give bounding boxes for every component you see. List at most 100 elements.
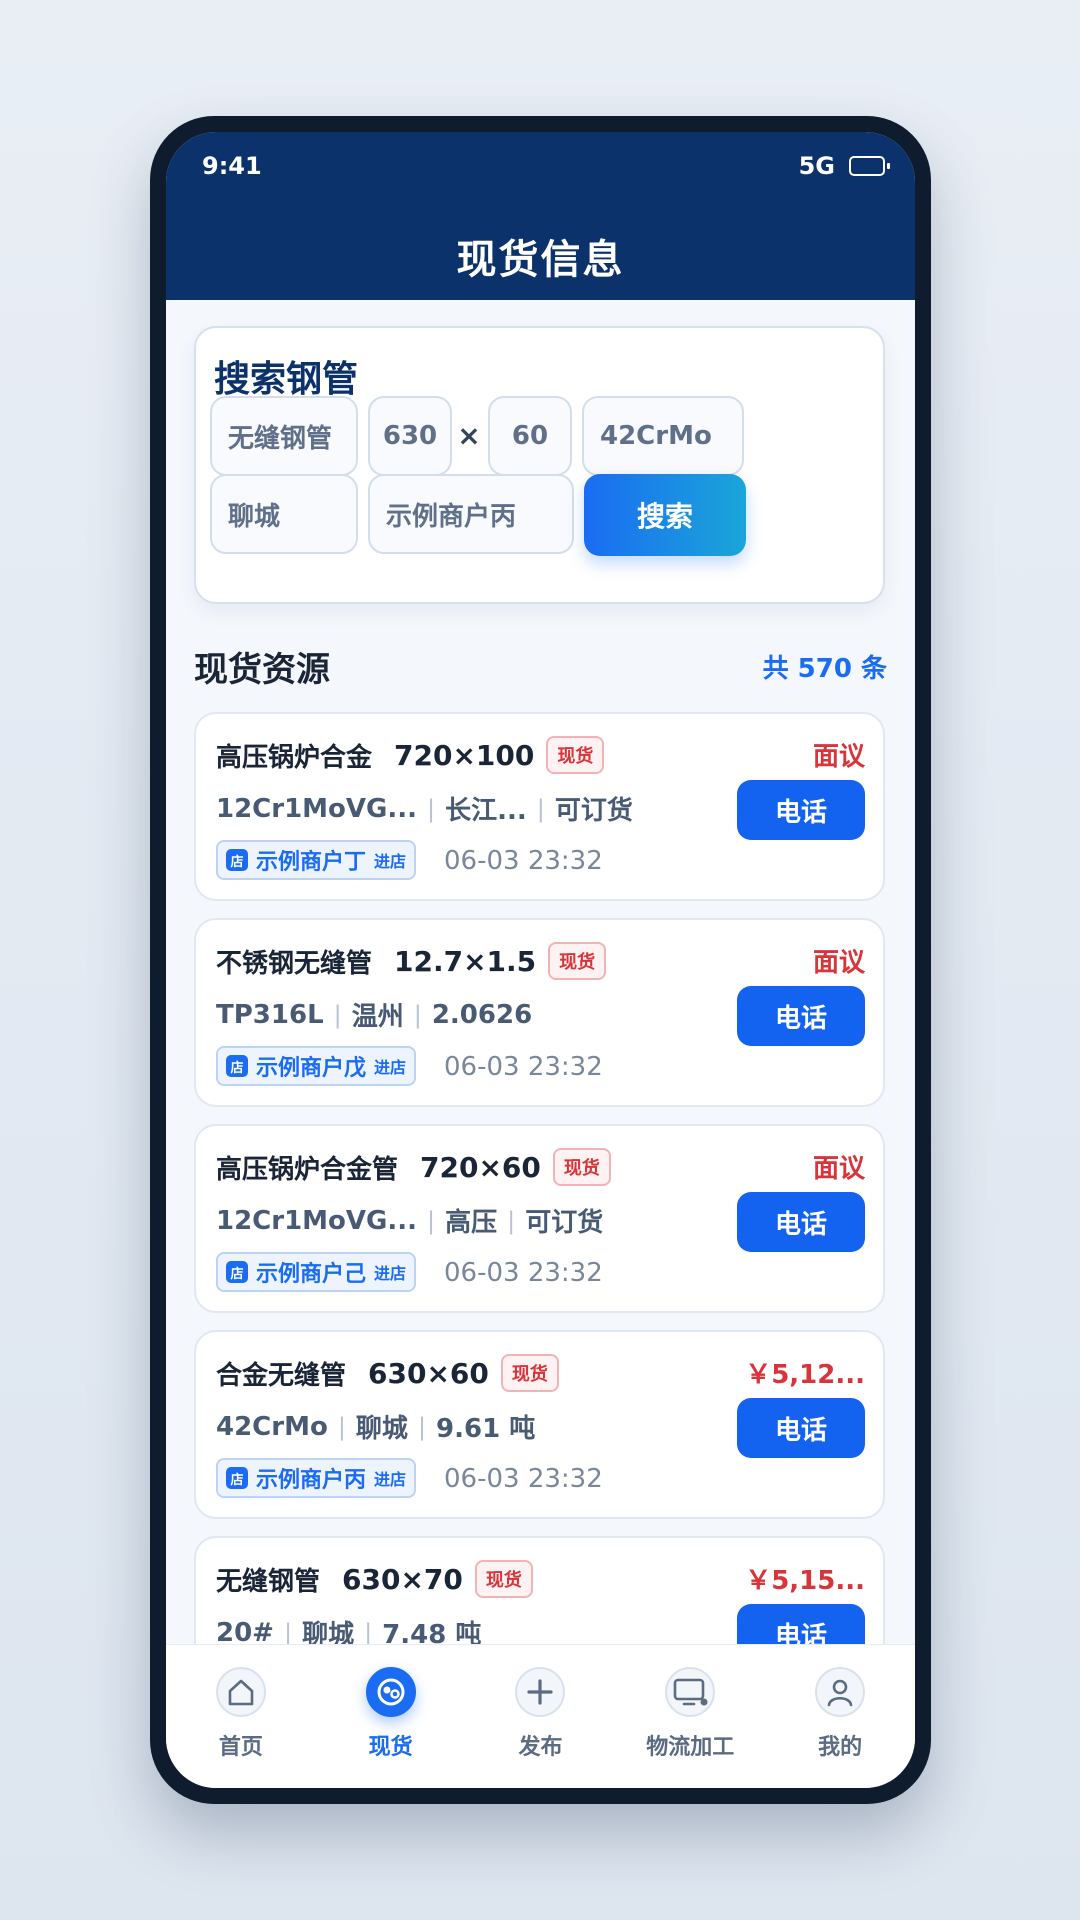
tab-label: 现货 [368, 1735, 413, 1760]
item-origin: 高压 [445, 1208, 498, 1238]
result-count: 共 570 条 [762, 654, 887, 684]
item-spec: 630×60 [368, 1356, 489, 1390]
monitor-icon [665, 1667, 716, 1717]
item-origin: 温州 [351, 1002, 404, 1032]
item-origin: 聊城 [355, 1414, 408, 1444]
item-time: 06-03 23:32 [444, 846, 603, 876]
item-origin: 聊城 [302, 1620, 355, 1644]
shop-badge[interactable]: 店 示例商户丙 进店 [216, 1458, 417, 1498]
item-time: 06-03 23:32 [444, 1052, 603, 1082]
call-button[interactable]: 电话 [737, 986, 865, 1046]
status-indicators: 5G [798, 152, 890, 180]
tab-home[interactable]: 首页 [171, 1667, 311, 1761]
item-stock: 2.0626 [431, 999, 533, 1030]
shop-name: 示例商户丁 [256, 850, 367, 875]
tab-profile[interactable]: 我的 [770, 1667, 910, 1761]
tab-label: 物流加工 [646, 1735, 735, 1760]
call-button[interactable]: 电话 [737, 1398, 865, 1458]
divider: | [507, 1206, 516, 1235]
material-field[interactable]: 42CrMo [582, 396, 744, 476]
divider: | [536, 794, 545, 823]
home-icon [215, 1667, 266, 1717]
item-material: TP316L [216, 999, 324, 1030]
tab-spot[interactable]: 现货 [321, 1667, 461, 1761]
merchant-field[interactable]: 示例商户丙 [368, 474, 574, 554]
item-props: 20# | 聊城 | 7.48 吨 [216, 1614, 482, 1645]
call-button[interactable]: 电话 [737, 1192, 865, 1252]
app-header: 9:41 5G 现货信息 [166, 132, 915, 300]
item-spec: 630×70 [342, 1562, 463, 1596]
search-card: 搜索钢管 无缝钢管 630 × 60 42CrMo 聊城 示例商户丙 搜索 [194, 326, 885, 604]
divider: | [417, 1412, 427, 1441]
divider: | [427, 794, 436, 823]
product-field[interactable]: 无缝钢管 [210, 396, 358, 476]
shop-badge[interactable]: 店 示例商户戊 进店 [216, 1046, 417, 1086]
tab-label: 我的 [818, 1735, 863, 1760]
search-button[interactable]: 搜索 [584, 474, 746, 556]
tab-publish[interactable]: 发布 [470, 1667, 610, 1761]
stock-tag: 现货 [500, 1354, 559, 1392]
list-item[interactable]: 不锈钢无缝管 12.7×1.5 现货 面议 TP316L | 温州 | 2.0626… [194, 918, 885, 1107]
shop-badge[interactable]: 店 示例商户己 进店 [216, 1252, 417, 1292]
stock-tag: 现货 [552, 1148, 611, 1186]
divider: | [364, 1618, 373, 1645]
list-item[interactable]: 合金无缝管 630×60 现货 ￥5,12... 42CrMo | 聊城 | 9.6… [194, 1330, 885, 1519]
call-button[interactable]: 电话 [737, 1604, 865, 1644]
phone-frame: 搜索钢管 无缝钢管 630 × 60 42CrMo 聊城 示例商户丙 搜索 现货… [150, 116, 931, 1804]
screen: 搜索钢管 无缝钢管 630 × 60 42CrMo 聊城 示例商户丙 搜索 现货… [166, 132, 915, 1788]
city-field[interactable]: 聊城 [210, 474, 358, 554]
item-price: 面议 [812, 948, 865, 978]
thickness-field[interactable]: 60 [488, 396, 572, 476]
item-weight: 7.48 吨 [382, 1620, 482, 1644]
stock-tag: 现货 [548, 942, 607, 980]
network-label: 5G [798, 152, 835, 180]
item-price: ￥5,12... [745, 1360, 865, 1390]
search-title: 搜索钢管 [214, 359, 359, 400]
status-time: 9:41 [202, 152, 262, 180]
divider: | [427, 1206, 436, 1235]
item-price: 面议 [812, 742, 865, 772]
enter-shop-link[interactable]: 进店 [374, 1466, 406, 1490]
diameter-field[interactable]: 630 [368, 396, 452, 476]
item-weight: 9.61 吨 [436, 1414, 536, 1444]
shop-name: 示例商户丙 [256, 1468, 367, 1493]
scroll-content[interactable]: 搜索钢管 无缝钢管 630 × 60 42CrMo 聊城 示例商户丙 搜索 现货… [166, 132, 915, 1644]
plus-icon [515, 1667, 566, 1717]
list-item[interactable]: 无缝钢管 630×70 现货 ￥5,15... 20# | 聊城 | 7.48 吨 … [194, 1536, 885, 1644]
item-name: 不锈钢无缝管 [216, 948, 373, 979]
tab-label: 首页 [218, 1735, 263, 1760]
divider: | [413, 1000, 422, 1029]
item-name: 无缝钢管 [216, 1566, 321, 1597]
item-stock: 可订货 [554, 796, 633, 826]
item-time: 06-03 23:32 [444, 1464, 603, 1494]
item-name: 合金无缝管 [216, 1360, 347, 1391]
item-props: TP316L | 温州 | 2.0626 [216, 996, 532, 1033]
item-props: 42CrMo | 聊城 | 9.61 吨 [216, 1408, 535, 1445]
item-origin: 长江... [445, 796, 527, 826]
tab-label: 发布 [518, 1735, 563, 1760]
list-item[interactable]: 高压锅炉合金 720×100 现货 面议 12Cr1MoVG... | 长江...… [194, 712, 885, 901]
item-material: 20# [216, 1617, 274, 1645]
page-title: 现货信息 [456, 237, 625, 283]
shop-icon: 店 [226, 1467, 248, 1489]
item-name: 高压锅炉合金管 [216, 1154, 399, 1185]
call-button[interactable]: 电话 [737, 780, 865, 840]
item-props: 12Cr1MoVG... | 长江... | 可订货 [216, 790, 633, 827]
item-material: 12Cr1MoVG... [216, 1205, 418, 1236]
shop-name: 示例商户戊 [256, 1056, 367, 1081]
tab-logistics[interactable]: 物流加工 [620, 1667, 760, 1761]
item-material: 42CrMo [216, 1411, 328, 1442]
list-item[interactable]: 高压锅炉合金管 720×60 现货 面议 12Cr1MoVG... | 高压 | 可… [194, 1124, 885, 1313]
enter-shop-link[interactable]: 进店 [374, 848, 406, 872]
enter-shop-link[interactable]: 进店 [374, 1260, 406, 1284]
times-sign: × [457, 419, 481, 452]
divider: | [333, 1000, 342, 1029]
shop-badge[interactable]: 店 示例商户丁 进店 [216, 840, 417, 880]
stock-tag: 现货 [474, 1560, 533, 1598]
enter-shop-link[interactable]: 进店 [374, 1054, 406, 1078]
battery-icon [849, 156, 890, 176]
shop-icon: 店 [226, 849, 248, 871]
section-title: 现货资源 [194, 650, 330, 690]
item-props: 12Cr1MoVG... | 高压 | 可订货 [216, 1202, 603, 1239]
item-spec: 720×60 [420, 1150, 541, 1184]
